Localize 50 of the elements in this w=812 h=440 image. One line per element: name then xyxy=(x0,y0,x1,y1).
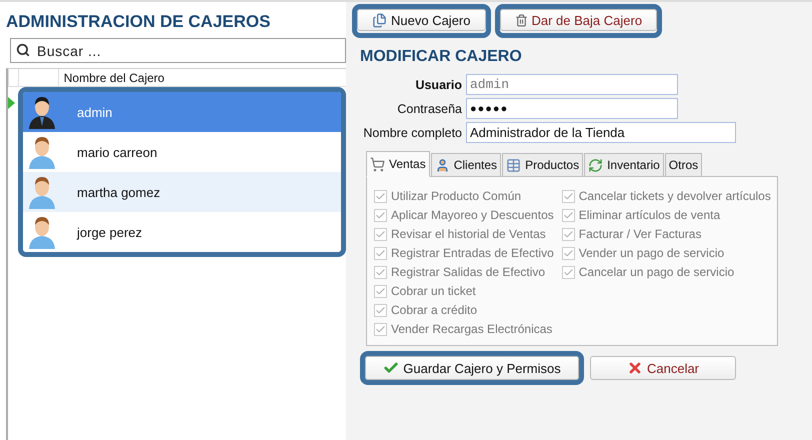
permission-label: Registrar Entradas de Efectivo xyxy=(391,246,554,260)
cashier-name: mario carreon xyxy=(77,144,158,160)
document-icon xyxy=(372,12,387,28)
input-field[interactable]: admin xyxy=(466,74,678,95)
field-label: Nombre completo xyxy=(362,126,462,140)
permission-label: Eliminar artículos de venta xyxy=(578,208,720,222)
tab[interactable]: Inventario xyxy=(584,153,664,177)
field-label: Usuario xyxy=(414,78,462,92)
cashier-row[interactable]: martha gomez xyxy=(23,172,341,212)
tab[interactable]: Clientes xyxy=(430,153,502,177)
tab[interactable]: Ventas xyxy=(366,151,430,177)
input-field[interactable]: ●●●●● xyxy=(466,98,678,119)
permission-label: Registrar Salidas de Efectivo xyxy=(391,265,546,279)
permission-label: Vender un pago de servicio xyxy=(578,246,724,260)
search-icon xyxy=(16,43,30,57)
refresh-icon xyxy=(588,158,604,172)
cashier-name: admin xyxy=(77,104,112,120)
search-field[interactable]: Buscar ... xyxy=(10,38,346,63)
permission-label: Aplicar Mayoreo y Descuentos xyxy=(391,208,554,222)
close-icon xyxy=(626,360,643,376)
tab[interactable]: Otros xyxy=(664,153,702,177)
delete-button[interactable]: Dar de Baja Cajero xyxy=(500,9,658,31)
trash-icon xyxy=(514,14,528,26)
avatar-icon xyxy=(27,135,57,169)
field-label: Contraseña xyxy=(396,102,462,116)
permission-label: Utilizar Producto Común xyxy=(391,189,522,203)
avatar-icon xyxy=(27,95,57,129)
avatar-icon xyxy=(27,175,57,209)
tab[interactable]: Productos xyxy=(502,153,584,177)
cancel-button[interactable]: Cancelar xyxy=(590,356,736,380)
new-button[interactable]: Nuevo Cajero xyxy=(357,9,486,31)
input-field[interactable]: Administrador de la Tienda xyxy=(466,122,736,143)
avatar-icon xyxy=(27,215,57,249)
save-button[interactable]: Guardar Cajero y Permisos xyxy=(365,356,579,380)
permission-label: Cobrar un ticket xyxy=(391,284,476,298)
column-header: Nombre del Cajero xyxy=(64,71,164,85)
cashier-name: jorge perez xyxy=(77,224,142,240)
table-icon xyxy=(506,158,522,172)
cart-icon xyxy=(370,156,385,172)
cashier-name: martha gomez xyxy=(77,184,160,200)
permission-label: Revisar el historial de Ventas xyxy=(391,227,546,241)
cashier-row[interactable]: admin xyxy=(23,92,341,132)
permission-label: Cobrar a crédito xyxy=(391,303,478,317)
section-title: MODIFICAR CAJERO xyxy=(360,48,523,66)
permission-label: Cancelar un pago de servicio xyxy=(578,265,734,279)
page-title: ADMINISTRACION DE CAJEROS xyxy=(6,12,272,33)
person-icon xyxy=(434,158,450,172)
permission-label: Facturar / Ver Facturas xyxy=(578,227,702,241)
permission-label: Cancelar tickets y devolver artículos xyxy=(578,189,771,203)
permission-label: Vender Recargas Electrónicas xyxy=(391,322,552,336)
